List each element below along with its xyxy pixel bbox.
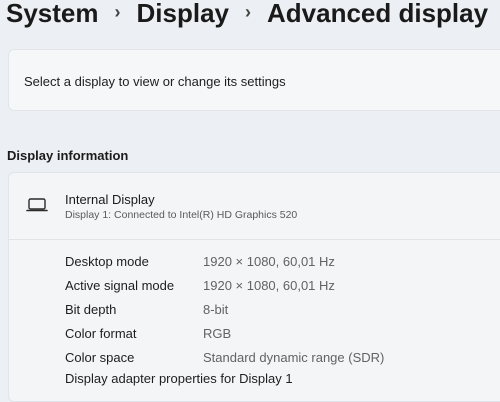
property-value: 1920 × 1080, 60,01 Hz bbox=[203, 277, 335, 293]
property-value: Standard dynamic range (SDR) bbox=[203, 349, 385, 365]
display-header: Internal Display Display 1: Connected to… bbox=[9, 173, 500, 240]
property-label: Active signal mode bbox=[65, 277, 175, 293]
select-display-card[interactable]: Select a display to view or change its s… bbox=[8, 49, 500, 111]
property-row-color-space: Color space Standard dynamic range (SDR) bbox=[65, 345, 500, 369]
display-information-card: Internal Display Display 1: Connected to… bbox=[8, 172, 500, 402]
breadcrumb-system[interactable]: System bbox=[6, 0, 99, 29]
property-value: RGB bbox=[203, 325, 232, 341]
breadcrumb-display[interactable]: Display bbox=[137, 0, 230, 29]
chevron-right-icon: › bbox=[245, 1, 251, 22]
property-row-color-format: Color format RGB bbox=[65, 321, 500, 345]
laptop-icon bbox=[26, 197, 48, 213]
display-adapter-properties-link[interactable]: Display adapter properties for Display 1 bbox=[65, 371, 293, 386]
select-display-label: Select a display to view or change its s… bbox=[24, 74, 286, 89]
display-name: Internal Display bbox=[65, 192, 155, 207]
property-row-active-signal-mode: Active signal mode 1920 × 1080, 60,01 Hz bbox=[65, 273, 500, 297]
section-heading-display-information: Display information bbox=[7, 148, 129, 163]
chevron-right-icon: › bbox=[114, 1, 121, 22]
property-label: Color format bbox=[65, 325, 137, 341]
breadcrumb: System › Display › Advanced display bbox=[6, 0, 488, 30]
display-description: Display 1: Connected to Intel(R) HD Grap… bbox=[65, 209, 298, 221]
property-row-bit-depth: Bit depth 8-bit bbox=[65, 297, 500, 321]
property-label: Bit depth bbox=[65, 301, 117, 317]
property-value: 8-bit bbox=[203, 301, 229, 317]
property-label: Color space bbox=[65, 349, 135, 365]
display-properties: Desktop mode 1920 × 1080, 60,01 Hz Activ… bbox=[65, 249, 500, 369]
property-row-desktop-mode: Desktop mode 1920 × 1080, 60,01 Hz bbox=[65, 249, 500, 273]
property-label: Desktop mode bbox=[65, 253, 149, 269]
property-value: 1920 × 1080, 60,01 Hz bbox=[203, 253, 335, 269]
page-title: Advanced display bbox=[267, 0, 489, 28]
